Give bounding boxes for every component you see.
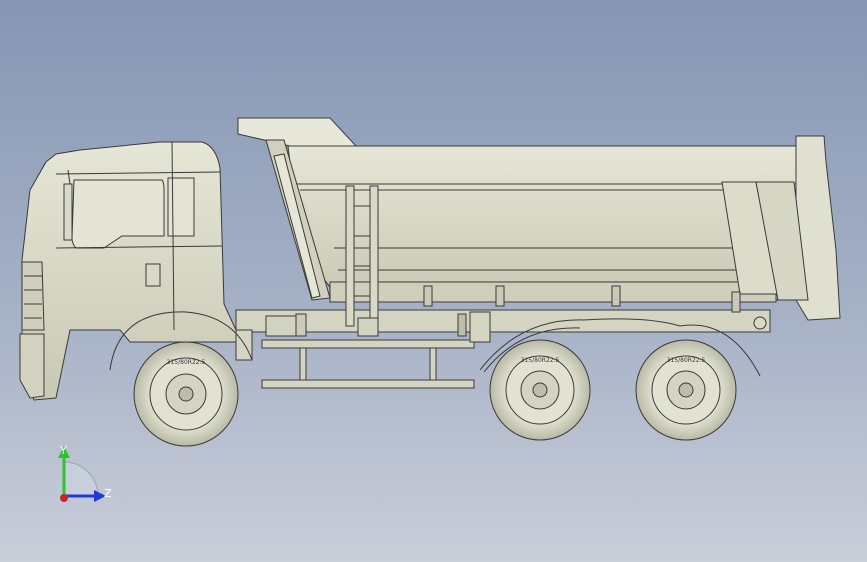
z-axis-label: Z: [104, 487, 112, 500]
axis-triad[interactable]: Y Z: [0, 0, 867, 562]
y-axis-label: Y: [59, 444, 67, 457]
triad-plane-indicator: [63, 461, 99, 497]
cad-viewport[interactable]: 315/80R22.5 315/80R22.5 315/80R22.5 Y Z: [0, 0, 867, 562]
x-axis-dot-icon: [60, 494, 68, 502]
